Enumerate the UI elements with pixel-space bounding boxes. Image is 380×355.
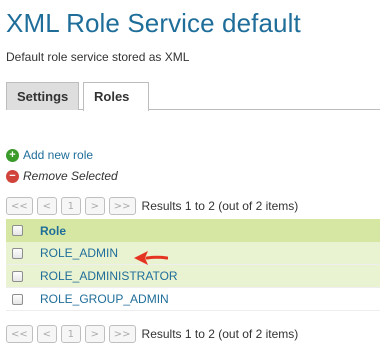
red-arrow-icon: [134, 251, 168, 265]
table-row: ROLE_ADMIN: [6, 242, 380, 265]
pager-top: << < 1 > >> Results 1 to 2 (out of 2 ite…: [6, 196, 298, 216]
roles-table: Role ROLE_ADMIN ROLE_ADMINISTRATOR ROLE_…: [6, 219, 380, 311]
add-new-role-label: Add new role: [23, 148, 94, 162]
table-header: Role: [6, 219, 380, 242]
tab-roles[interactable]: Roles: [83, 82, 149, 111]
remove-icon: −: [6, 169, 19, 183]
next-page-button[interactable]: >: [84, 325, 105, 343]
remove-selected-label: Remove Selected: [23, 169, 118, 183]
pager-info: Results 1 to 2 (out of 2 items): [141, 327, 299, 341]
column-header-role[interactable]: Role: [28, 224, 66, 238]
table-row: ROLE_ADMINISTRATOR: [6, 265, 380, 288]
page-number-button[interactable]: 1: [60, 325, 81, 343]
first-page-button[interactable]: <<: [6, 325, 33, 343]
last-page-button[interactable]: >>: [108, 325, 136, 343]
tab-bar: Settings Roles: [6, 82, 380, 111]
select-all-checkbox[interactable]: [11, 225, 23, 236]
page-number-button[interactable]: 1: [60, 197, 81, 215]
add-new-role-link[interactable]: + Add new role: [6, 148, 93, 162]
page-subtitle: Default role service stored as XML: [6, 50, 190, 64]
page-title: XML Role Service default: [6, 8, 301, 38]
last-page-button[interactable]: >>: [108, 197, 136, 215]
tab-settings[interactable]: Settings: [6, 82, 79, 110]
role-link[interactable]: ROLE_GROUP_ADMIN: [28, 292, 169, 306]
row-checkbox[interactable]: [11, 270, 23, 282]
role-link[interactable]: ROLE_ADMIN: [28, 246, 118, 260]
remove-selected-link[interactable]: − Remove Selected: [6, 169, 118, 183]
role-link[interactable]: ROLE_ADMINISTRATOR: [28, 269, 178, 283]
table-row: ROLE_GROUP_ADMIN: [6, 288, 380, 311]
prev-page-button[interactable]: <: [36, 197, 57, 215]
pager-bottom: << < 1 > >> Results 1 to 2 (out of 2 ite…: [6, 324, 298, 344]
row-checkbox[interactable]: [11, 247, 23, 259]
add-icon: +: [6, 148, 19, 162]
next-page-button[interactable]: >: [84, 197, 105, 215]
row-checkbox[interactable]: [11, 293, 23, 305]
first-page-button[interactable]: <<: [6, 197, 33, 215]
prev-page-button[interactable]: <: [36, 325, 57, 343]
pager-info: Results 1 to 2 (out of 2 items): [141, 199, 299, 213]
